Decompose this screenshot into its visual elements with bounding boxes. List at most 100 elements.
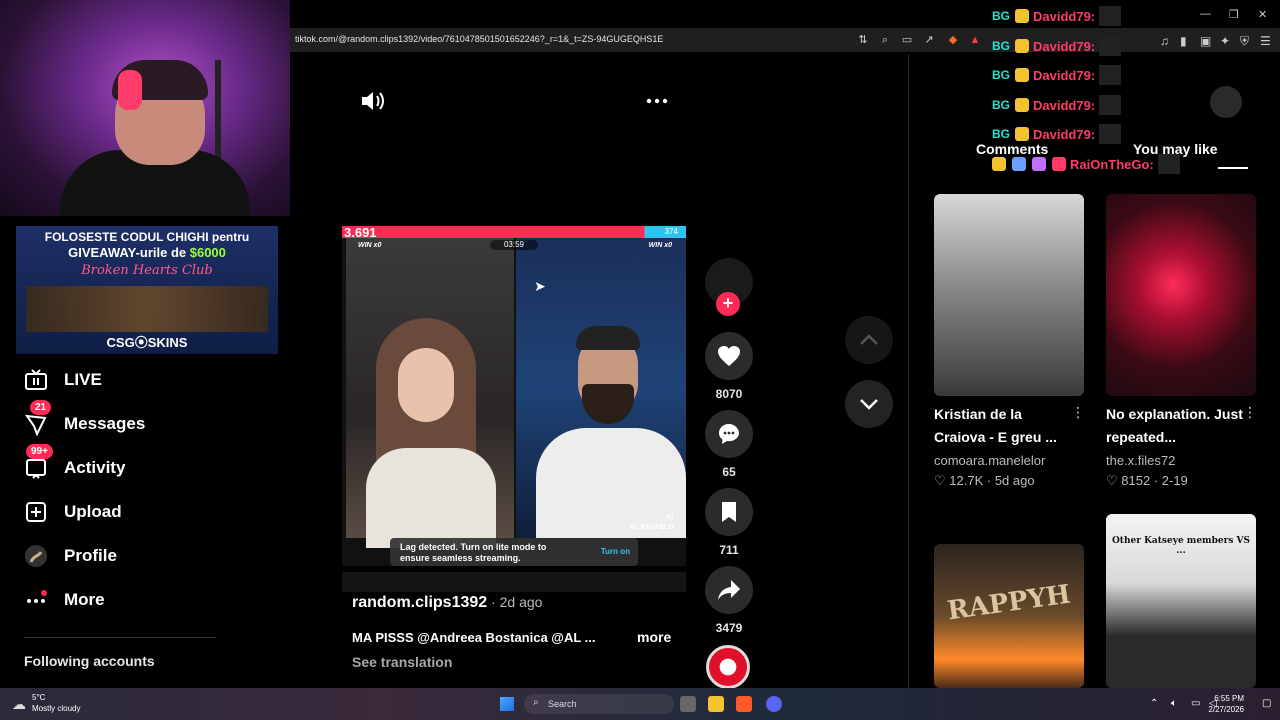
sidebar-icon[interactable]: ▮ xyxy=(1180,34,1187,48)
browser-address-bar: tiktok.com/@random.clips1392/video/76104… xyxy=(290,28,1280,52)
ad-headline: FOLOSESTE CODUL CHIGHI pentru xyxy=(44,230,250,244)
video-card-thumbnail[interactable] xyxy=(934,194,1084,396)
menu-icon[interactable]: ☰ xyxy=(1260,34,1271,48)
music-icon[interactable]: ♫ xyxy=(1160,34,1169,48)
like-button[interactable] xyxy=(705,332,753,380)
card-menu-icon[interactable]: ⋮ xyxy=(1071,404,1085,421)
comment-button[interactable] xyxy=(705,410,753,458)
network-icon[interactable]: ▭ xyxy=(1191,698,1200,709)
discord-icon[interactable] xyxy=(766,696,782,712)
top-account-avatar[interactable] xyxy=(1210,86,1242,118)
sponsor-banner: FOLOSESTE CODUL CHIGHI pentru GIVEAWAY-u… xyxy=(16,226,278,354)
ad-brand: CSG⦿SKINS xyxy=(106,335,188,350)
video-author[interactable]: random.clips1392 · 2d ago xyxy=(352,594,542,612)
caption-more-link[interactable]: more xyxy=(637,629,671,645)
crown-user-icon xyxy=(1015,68,1029,82)
next-video-button[interactable] xyxy=(845,380,893,428)
see-translation-link[interactable]: See translation xyxy=(352,654,452,670)
video-card-thumbnail[interactable] xyxy=(1106,194,1256,396)
share-button[interactable] xyxy=(705,566,753,614)
previous-video-button[interactable] xyxy=(845,316,893,364)
ai-icon[interactable]: ✦ xyxy=(1220,34,1230,48)
crown-user-icon xyxy=(1015,39,1029,53)
activity-badge: 99+ xyxy=(26,444,53,459)
chevron-up-icon xyxy=(860,334,878,345)
man-shirt xyxy=(536,428,686,538)
sidebar-item-label: Activity xyxy=(64,458,126,477)
taskbar-search[interactable]: Search xyxy=(524,694,674,714)
taskbar-clock[interactable]: 6:55 PM 2/27/2026 xyxy=(1208,693,1244,715)
video-card-thumbnail[interactable]: Other Katseye members VS ... xyxy=(1106,514,1256,688)
sidebar-item-label: Messages xyxy=(64,414,146,433)
windows-start-icon[interactable] xyxy=(500,697,514,711)
music-disc-icon[interactable] xyxy=(706,645,750,689)
save-button[interactable] xyxy=(705,488,753,536)
active-tab-indicator xyxy=(1218,167,1248,169)
video-progress-bar[interactable] xyxy=(342,572,686,592)
more-icon xyxy=(24,588,48,612)
crown-user-icon xyxy=(1015,127,1029,141)
task-view-icon[interactable] xyxy=(680,696,696,712)
maximize-icon[interactable]: ❐ xyxy=(1229,8,1239,21)
brave-browser-icon[interactable] xyxy=(736,696,752,712)
url-text[interactable]: tiktok.com/@random.clips1392/video/76104… xyxy=(295,34,663,44)
follow-plus-icon[interactable]: + xyxy=(716,292,740,316)
microphone-arm xyxy=(215,60,255,160)
brave-shield-icon[interactable]: ◆ xyxy=(946,33,960,47)
rewards-icon[interactable]: ▲ xyxy=(968,33,982,47)
chat-badge: BG xyxy=(992,9,1010,23)
video-player[interactable]: 3.691 374 03:59 WIN x0 WIN x0 x1 AL RAFA… xyxy=(342,226,686,566)
sidebar-item-label: Profile xyxy=(64,546,117,565)
video-card-title[interactable]: No explanation. Just repeated... xyxy=(1106,403,1246,449)
crown-user-icon xyxy=(1015,98,1029,112)
cast-icon[interactable]: ▭ xyxy=(900,33,914,47)
sidebar-item-messages[interactable]: 21 Messages xyxy=(24,400,146,438)
card-menu-icon[interactable]: ⋮ xyxy=(1243,404,1257,421)
shield-icon[interactable]: ⛨ xyxy=(1240,34,1249,49)
notification-icon[interactable]: ▢ xyxy=(1262,698,1271,709)
sidebar-item-more[interactable]: More xyxy=(24,586,105,614)
speaker-icon[interactable]: 🔈︎ xyxy=(1171,698,1177,709)
zoom-icon[interactable]: ⌕ xyxy=(878,33,892,47)
girl-face xyxy=(398,348,454,422)
sidebar-item-upload[interactable]: Upload xyxy=(24,498,122,526)
battle-timer: 03:59 xyxy=(490,240,538,250)
chat-badge: BG xyxy=(992,39,1010,53)
minimize-icon[interactable]: — xyxy=(1200,8,1211,20)
sidebar-item-activity[interactable]: 99+ Activity xyxy=(24,444,126,482)
sidebar-item-label: Upload xyxy=(64,502,122,521)
share-arrow-icon xyxy=(718,580,740,600)
wallet-icon[interactable]: ▣ xyxy=(1200,34,1211,48)
video-options-icon[interactable] xyxy=(646,88,668,120)
video-card-author[interactable]: the.x.files72 xyxy=(1106,453,1175,468)
chat-username: Davidd79: xyxy=(1033,97,1096,113)
file-explorer-icon[interactable] xyxy=(708,696,724,712)
battle-score-bar: 3.691 374 xyxy=(342,226,686,240)
search-icon: ⌕ xyxy=(533,697,539,708)
ad-club-logo: Broken Hearts Club xyxy=(81,263,213,278)
video-caption: MA PISSS @Andreea Bostanica @AL ... xyxy=(352,630,596,645)
video-card-title[interactable]: Kristian de la Craiova - E greu ... xyxy=(934,403,1074,449)
chat-username: RaiOnTheGo: xyxy=(1070,156,1154,172)
video-card-author[interactable]: comoara.manelelor xyxy=(934,453,1045,468)
man-beard xyxy=(582,384,634,424)
windows-taskbar: ☁ 5°C Mostly cloudy Search ⌕ ⌃ 🔈︎ ▭ ◁ 6:5… xyxy=(0,688,1280,720)
video-date: · 2d ago xyxy=(487,594,543,610)
messages-icon: 21 xyxy=(24,400,52,437)
share-count: 3479 xyxy=(715,621,743,635)
tray-chevron-icon[interactable]: ⌃ xyxy=(1150,698,1158,709)
weather-icon: ☁ xyxy=(12,696,26,712)
translate-icon[interactable]: ⇅ xyxy=(856,33,870,47)
chat-avatar xyxy=(1099,124,1122,144)
video-card-thumbnail[interactable]: RAPPYH xyxy=(934,544,1084,688)
sidebar-item-profile[interactable]: Profile xyxy=(24,542,117,570)
weather-widget[interactable]: 5°C Mostly cloudy xyxy=(32,692,80,714)
chat-badge: BG xyxy=(992,68,1010,82)
volume-icon[interactable] xyxy=(360,90,386,118)
share-icon[interactable]: ↗ xyxy=(922,33,936,47)
close-icon[interactable]: ✕ xyxy=(1258,8,1267,21)
user-icon xyxy=(1012,157,1026,171)
chat-username: Davidd79: xyxy=(1033,126,1096,142)
turn-on-lite-mode-button[interactable]: Turn on xyxy=(601,547,630,556)
sidebar-item-live[interactable]: LIVE xyxy=(24,366,102,394)
